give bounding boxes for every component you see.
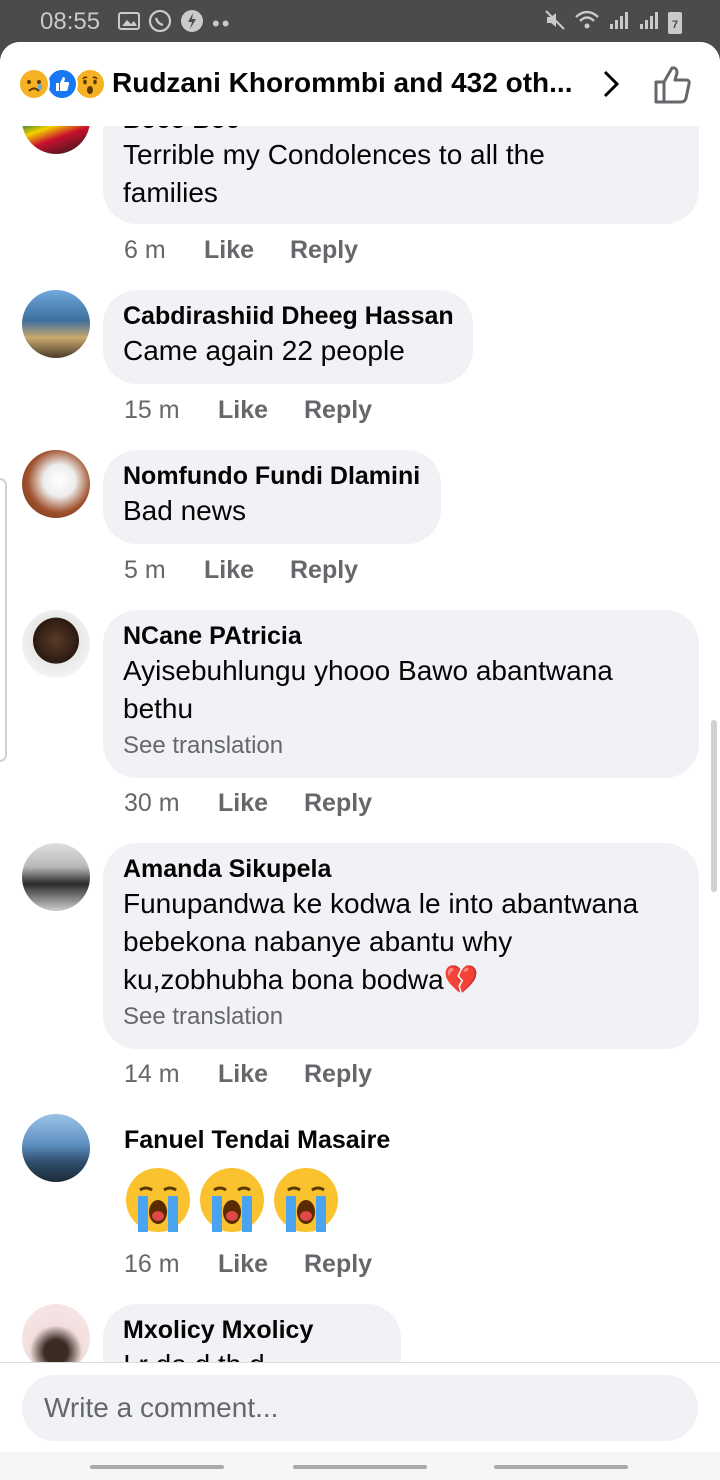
comment-bubble[interactable]: NCane PAtricia Ayisebuhlungu yhooo Bawo …: [103, 610, 699, 778]
comment-time[interactable]: 15 m: [124, 396, 218, 425]
comment-bubble[interactable]: Amanda Sikupela Funupandwa ke kodwa le i…: [103, 843, 699, 1049]
comment-input[interactable]: [22, 1375, 698, 1441]
see-translation-link[interactable]: See translation: [123, 730, 679, 762]
comment-author[interactable]: Nomfundo Fundi Dlamini: [123, 460, 421, 492]
see-translation-link[interactable]: See translation: [123, 1001, 679, 1033]
comment-author[interactable]: Amanda Sikupela: [123, 853, 679, 885]
system-nav-bar: [0, 1452, 720, 1480]
back-button[interactable]: [494, 1465, 628, 1469]
emoji-reply: [124, 1166, 340, 1236]
comment-author[interactable]: Cabdirashiid Dheeg Hassan: [123, 300, 454, 332]
like-reaction-icon: [46, 68, 78, 100]
comment-actions: 6 m Like Reply: [124, 236, 358, 265]
comment-text: Bad news: [123, 495, 246, 526]
wow-reaction-icon: [74, 68, 106, 100]
comment-author[interactable]: Fanuel Tendai Masaire: [124, 1124, 390, 1156]
status-time: 08:55: [40, 8, 101, 35]
comment-actions: 14 m Like Reply: [124, 1060, 372, 1089]
comment-bubble[interactable]: Cabdirashiid Dheeg Hassan Came again 22 …: [103, 290, 473, 384]
avatar[interactable]: [22, 126, 90, 154]
comment-bubble[interactable]: Mxolicy Mxolicy I r da d th d: [103, 1304, 401, 1362]
avatar[interactable]: [22, 450, 90, 518]
comment-time[interactable]: 6 m: [124, 236, 204, 265]
comment-actions: 15 m Like Reply: [124, 396, 372, 425]
avatar[interactable]: [22, 290, 90, 358]
comment-composer: [0, 1362, 720, 1453]
reply-button[interactable]: Reply: [304, 396, 372, 425]
more-dots-icon: ••: [212, 10, 232, 36]
comment-actions: 16 m Like Reply: [124, 1250, 372, 1279]
reply-button[interactable]: Reply: [290, 236, 358, 265]
reply-button[interactable]: Reply: [304, 1250, 372, 1279]
avatar[interactable]: [22, 1304, 90, 1362]
signal-icon: [638, 9, 660, 36]
comment-actions: 5 m Like Reply: [124, 556, 358, 585]
like-button[interactable]: Like: [204, 236, 290, 265]
wifi-icon: [574, 9, 600, 36]
sad-reaction-icon: [18, 68, 50, 100]
reaction-summary[interactable]: [18, 68, 108, 102]
reactions-header: Rudzani Khorommbi and 432 oth...: [0, 42, 720, 126]
comment-actions: 30 m Like Reply: [124, 789, 372, 818]
comment-text: Came again 22 people: [123, 335, 405, 366]
loudly-crying-face-icon: [126, 1168, 190, 1232]
whatsapp-icon: [148, 9, 172, 38]
comment-time[interactable]: 16 m: [124, 1250, 218, 1279]
comments-sheet: Rudzani Khorommbi and 432 oth... Boco Bo…: [0, 42, 720, 1480]
battery-icon: 7: [668, 11, 682, 34]
comment-time[interactable]: 30 m: [124, 789, 218, 818]
comment-time[interactable]: 5 m: [124, 556, 204, 585]
comment-bubble[interactable]: Boco Boc Terrible my Condolences to all …: [103, 126, 699, 224]
avatar[interactable]: [22, 1114, 90, 1182]
avatar[interactable]: [22, 843, 90, 911]
like-button[interactable]: Like: [204, 556, 290, 585]
home-button[interactable]: [293, 1465, 427, 1469]
chevron-right-icon[interactable]: [596, 66, 626, 107]
signal-icon: [608, 9, 630, 36]
reply-button[interactable]: Reply: [304, 1060, 372, 1089]
comment-text: Funupandwa ke kodwa le into abantwana be…: [123, 888, 639, 995]
flash-icon: [180, 9, 204, 38]
gallery-icon: [118, 11, 140, 36]
comments-feed[interactable]: Boco Boc Terrible my Condolences to all …: [0, 126, 720, 1362]
reply-button[interactable]: Reply: [304, 789, 372, 818]
reply-button[interactable]: Reply: [290, 556, 358, 585]
comment-time[interactable]: 14 m: [124, 1060, 218, 1089]
battery-level: 7: [671, 18, 679, 31]
mute-icon: [544, 9, 566, 36]
recent-apps-button[interactable]: [90, 1465, 224, 1469]
like-post-button[interactable]: [650, 62, 698, 113]
comment-author[interactable]: Mxolicy Mxolicy: [123, 1314, 381, 1346]
comment-author[interactable]: Boco Boc: [123, 126, 679, 136]
status-bar: 08:55 •• 7: [0, 0, 720, 42]
reactions-title[interactable]: Rudzani Khorommbi and 432 oth...: [112, 67, 572, 99]
avatar[interactable]: [22, 610, 90, 678]
loudly-crying-face-icon: [274, 1168, 338, 1232]
comment-text: I r da d th d: [123, 1346, 381, 1362]
comment-bubble[interactable]: Nomfundo Fundi Dlamini Bad news: [103, 450, 441, 544]
comment-author[interactable]: NCane PAtricia: [123, 620, 679, 652]
comment-text: Ayisebuhlungu yhooo Bawo abantwana bethu: [123, 655, 613, 724]
like-button[interactable]: Like: [218, 789, 304, 818]
comment-text: Terrible my Condolences to all the famil…: [123, 139, 545, 208]
like-button[interactable]: Like: [218, 396, 304, 425]
like-button[interactable]: Like: [218, 1060, 304, 1089]
like-button[interactable]: Like: [218, 1250, 304, 1279]
loudly-crying-face-icon: [200, 1168, 264, 1232]
